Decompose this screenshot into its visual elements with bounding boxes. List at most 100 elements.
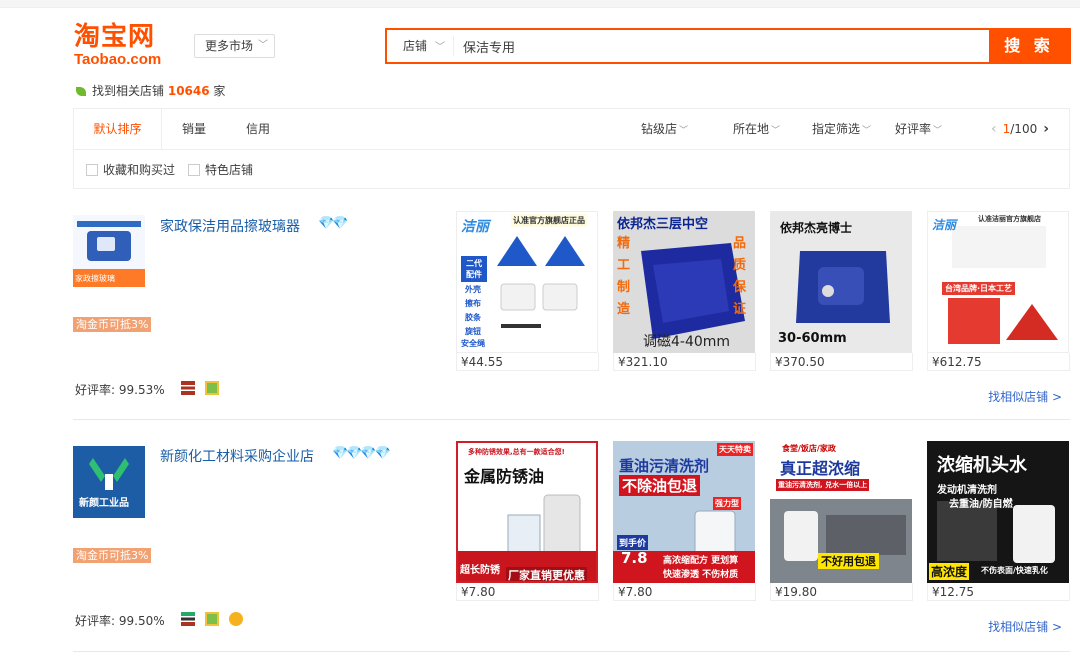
product-card[interactable]: 洁丽 认准官方旗舰店正品 二代配件 外壳 擦布 胶条 旋钮 安全绳 ¥44.55 bbox=[456, 211, 599, 371]
product-card[interactable]: 洁丽 认准洁丽官方旗舰店 台湾品牌·日本工艺 ¥612.75 bbox=[927, 211, 1070, 371]
more-markets-dropdown[interactable]: 更多市场 ﹀ bbox=[194, 34, 275, 58]
chevron-down-icon: ﹀ bbox=[679, 126, 689, 136]
product-price: ¥44.55 bbox=[456, 353, 599, 371]
seller-badge-icon bbox=[204, 611, 219, 626]
checkbox-icon bbox=[188, 164, 200, 176]
chevron-down-icon: ﹀ bbox=[933, 126, 943, 136]
filter-specified[interactable]: 指定筛选 ﹀ bbox=[812, 109, 871, 151]
shop-logo[interactable]: 新颜工业品 bbox=[73, 446, 145, 518]
product-bottom-text: 高浓缩配方 更划算 bbox=[663, 556, 739, 566]
product-title: 浓缩机头水 bbox=[937, 455, 1027, 476]
product-right-text: 品质保证 bbox=[733, 236, 747, 317]
product-left-text: 超长防锈 bbox=[460, 565, 500, 576]
chevron-down-icon: ﹀ bbox=[771, 126, 781, 136]
product-corner: 天天特卖 bbox=[717, 443, 753, 456]
filter-location[interactable]: 所在地 ﹀ bbox=[733, 109, 780, 151]
product-bottom-text: 30-60mm bbox=[778, 331, 847, 346]
product-red-banner: 台湾品牌·日本工艺 bbox=[942, 282, 1016, 295]
sort-credit-tab[interactable]: 信用 bbox=[234, 109, 282, 149]
product-subtitle: 去重油/防自燃 bbox=[949, 499, 1013, 510]
search-input[interactable] bbox=[463, 34, 983, 58]
leaf-icon bbox=[76, 87, 86, 96]
bar-badge-icon bbox=[181, 380, 195, 395]
search-bar: 店铺 ﹀ 搜 索 bbox=[385, 28, 1071, 64]
product-price: ¥7.80 bbox=[456, 583, 599, 601]
product-part: 胶条 bbox=[465, 313, 481, 322]
product-card[interactable]: 多种防锈效果,总有一款适合您! 金属防锈油 超长防锈 厂家直销更优惠 ¥7.80 bbox=[456, 441, 599, 601]
filter-label: 好评率 bbox=[895, 122, 932, 136]
shop-name-link[interactable]: 新颜化工材料采购企业店 bbox=[160, 446, 314, 466]
shop-logo[interactable]: 家政擦玻璃 bbox=[73, 215, 145, 287]
product-bottom-text: 快速渗透 不伤材质 bbox=[663, 570, 739, 580]
product-part: 安全绳 bbox=[461, 339, 485, 348]
prev-page-icon[interactable]: ‹ bbox=[991, 121, 997, 137]
product-card[interactable]: 天天特卖 重油污清洗剂 不除油包退 强力型 到手价 7.8 高浓缩配方 更划算 … bbox=[613, 441, 756, 601]
product-card[interactable]: 浓缩机头水 发动机清洗剂 去重油/防自燃 高浓度 不伤表面/快速乳化 ¥12.7… bbox=[927, 441, 1070, 601]
filter-rating[interactable]: 好评率 ﹀ bbox=[895, 109, 942, 151]
shop-name-link[interactable]: 家政保洁用品擦玻璃器 bbox=[160, 216, 300, 236]
product-card[interactable]: 食堂/饭店/家政 真正超浓缩 重油污清洗剂, 兑水一倍以上 不好用包退 ¥19.… bbox=[770, 441, 913, 601]
total-pages: /100 bbox=[1010, 122, 1038, 136]
product-side: 二代配件 bbox=[461, 256, 487, 282]
product-tag: 认准洁丽官方旗舰店 bbox=[978, 215, 1041, 223]
product-price: ¥7.80 bbox=[613, 583, 756, 601]
sort-sales-tab[interactable]: 销量 bbox=[170, 109, 218, 149]
product-title: 依邦杰亮博士 bbox=[780, 221, 853, 235]
chevron-down-icon: ﹀ bbox=[258, 40, 268, 51]
product-price: ¥612.75 bbox=[927, 353, 1070, 371]
gold-medal-icon bbox=[228, 611, 243, 626]
shop-row: 新颜工业品 新颜化工材料采购企业店 💎💎💎💎 淘金币可抵3% 好评率: 99.5… bbox=[73, 440, 1070, 652]
result-count-line: 找到相关店铺 10646 家 bbox=[76, 82, 225, 99]
product-bottom-text: 厂家直销更优惠 bbox=[506, 567, 587, 582]
find-similar-shops-link[interactable]: 找相似店铺 > bbox=[988, 388, 1062, 405]
shop-logo-text: 家政擦玻璃 bbox=[75, 274, 115, 283]
product-card[interactable]: 依邦杰三层中空 精工制造 品质保证 调磁4-40mm ¥321.10 bbox=[613, 211, 756, 371]
next-page-icon[interactable]: › bbox=[1043, 121, 1049, 137]
product-tag: 认准官方旗舰店正品 bbox=[511, 214, 587, 227]
sort-default-tab[interactable]: 默认排序 bbox=[74, 109, 162, 149]
result-prefix: 找到相关店铺 bbox=[92, 84, 165, 98]
product-card[interactable]: 依邦杰亮博士 30-60mm ¥370.50 bbox=[770, 211, 913, 371]
result-count: 10646 bbox=[167, 84, 210, 98]
product-hand-label: 到手价 bbox=[617, 535, 649, 550]
product-title: 依邦杰三层中空 bbox=[617, 217, 709, 232]
result-suffix: 家 bbox=[213, 84, 226, 98]
find-similar-shops-link[interactable]: 找相似店铺 > bbox=[988, 618, 1062, 635]
product-title: 真正超浓缩 bbox=[780, 459, 861, 478]
product-subtitle: 重油污清洗剂, 兑水一倍以上 bbox=[776, 479, 870, 491]
taobao-logo[interactable]: 淘宝网 Taobao.com bbox=[74, 22, 184, 70]
product-brand: 洁丽 bbox=[461, 219, 489, 235]
product-bottom-text: 不好用包退 bbox=[818, 553, 879, 569]
product-subtitle: 发动机清洗剂 bbox=[937, 485, 997, 496]
featured-shop-checkbox[interactable]: 特色店铺 bbox=[188, 161, 253, 178]
product-part: 擦布 bbox=[465, 299, 481, 308]
coin-badge: 淘金币可抵3% bbox=[73, 548, 152, 563]
chevron-down-icon: ﹀ bbox=[435, 42, 446, 53]
product-bottom-text: 调磁4-40mm bbox=[643, 334, 731, 350]
checkbox-label: 收藏和购买过 bbox=[103, 163, 176, 177]
shop-rating: 好评率: 99.50% bbox=[75, 614, 165, 628]
favorited-checkbox[interactable]: 收藏和购买过 bbox=[86, 161, 175, 178]
more-markets-label: 更多市场 bbox=[205, 39, 254, 53]
product-left-text: 精工制造 bbox=[617, 236, 631, 317]
product-image: 依邦杰三层中空 精工制造 品质保证 调磁4-40mm bbox=[613, 211, 755, 353]
shop-row: 家政擦玻璃 家政保洁用品擦玻璃器 💎💎 淘金币可抵3% 好评率: 99.53% … bbox=[73, 208, 1070, 420]
shop-rating: 好评率: 99.53% bbox=[75, 383, 165, 397]
product-subtitle: 不除油包退 bbox=[619, 475, 701, 496]
product-title: 金属防锈油 bbox=[464, 467, 545, 486]
search-button[interactable]: 搜 索 bbox=[989, 30, 1069, 62]
filter-diamond-shop[interactable]: 钻级店 ﹀ bbox=[641, 109, 688, 151]
product-image: 多种防锈效果,总有一款适合您! 金属防锈油 超长防锈 厂家直销更优惠 bbox=[456, 441, 598, 583]
top-strip bbox=[0, 0, 1080, 8]
filter-label: 所在地 bbox=[733, 122, 770, 136]
logo-english: Taobao.com bbox=[74, 51, 162, 68]
checkbox-icon bbox=[86, 164, 98, 176]
shop-logo-text: 新颜工业品 bbox=[79, 498, 129, 509]
filter-bar: 默认排序 销量 信用 钻级店 ﹀ 所在地 ﹀ 指定筛选 ﹀ 好评率 ﹀ ‹ 1/100 › bbox=[73, 108, 1070, 150]
product-image: 洁丽 认准官方旗舰店正品 二代配件 外壳 擦布 胶条 旋钮 安全绳 bbox=[456, 211, 598, 353]
product-image: 天天特卖 重油污清洗剂 不除油包退 强力型 到手价 7.8 高浓缩配方 更划算 … bbox=[613, 441, 755, 583]
product-image: 洁丽 认准洁丽官方旗舰店 台湾品牌·日本工艺 bbox=[927, 211, 1069, 353]
product-price: ¥19.80 bbox=[770, 583, 913, 601]
product-brand: 洁丽 bbox=[932, 218, 957, 232]
search-type-dropdown[interactable]: 店铺 ﹀ bbox=[403, 30, 445, 64]
